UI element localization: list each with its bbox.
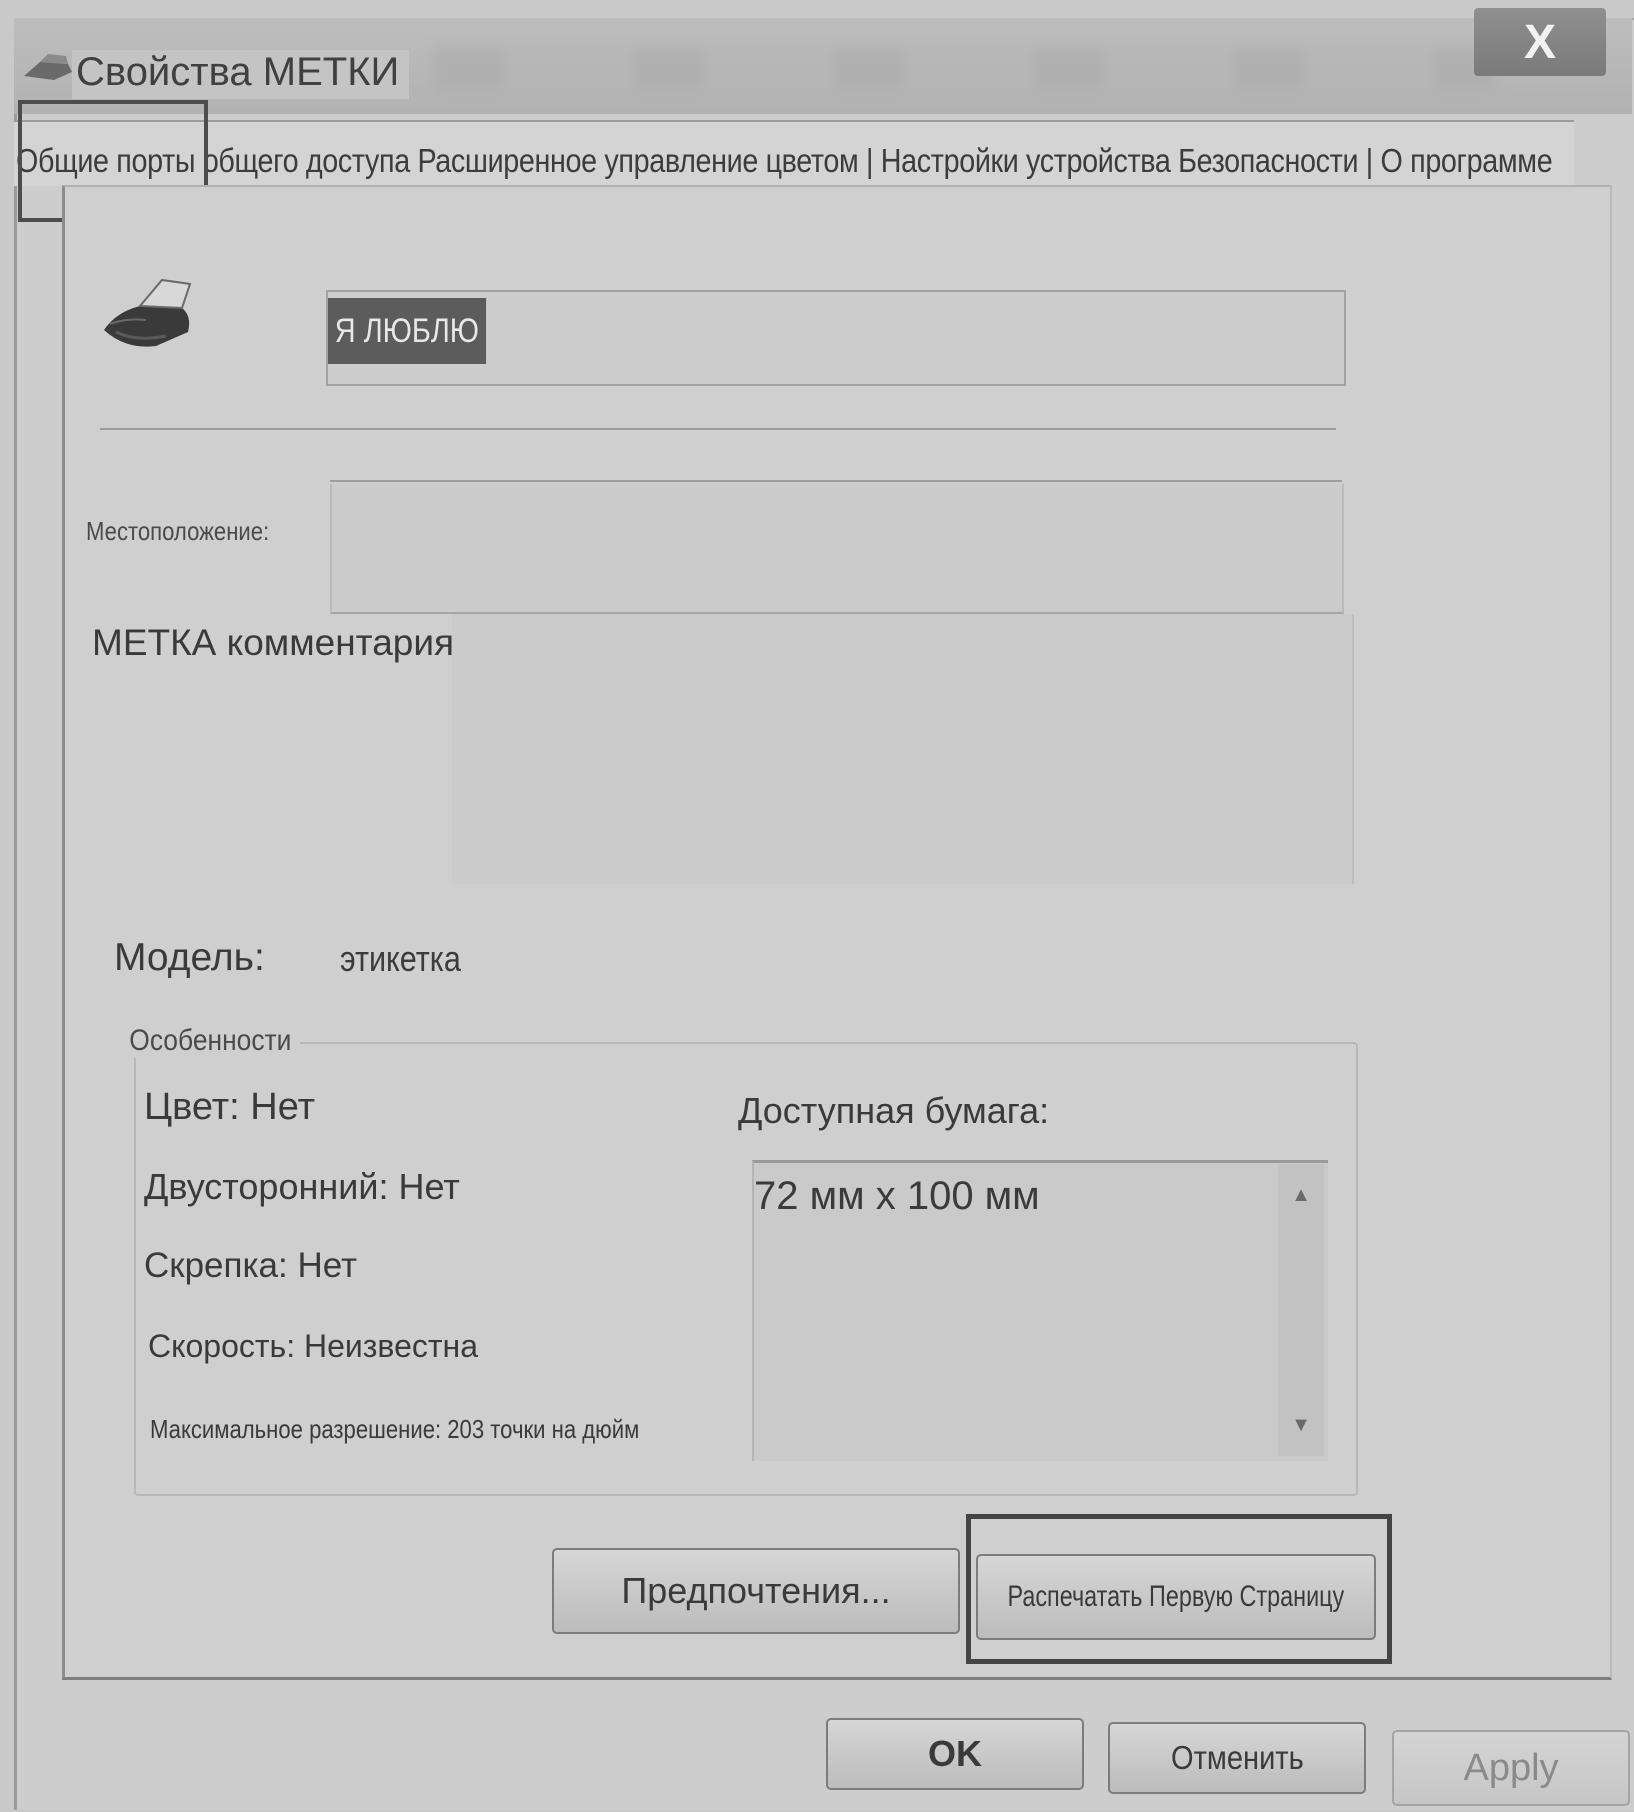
tabs-labels[interactable]: Общие порты общего доступа Расширенное у… — [16, 142, 1553, 180]
available-paper-label: Доступная бумага: — [738, 1090, 1050, 1131]
location-field-top-border — [330, 480, 1342, 482]
print-test-page-button[interactable]: Распечатать Первую Страницу — [976, 1554, 1376, 1640]
model-label: Модель: — [114, 936, 265, 979]
model-value: этикетка — [340, 938, 461, 979]
apply-button[interactable]: Apply — [1392, 1730, 1630, 1806]
title-bar-background — [434, 48, 1494, 88]
arrow-down-icon[interactable]: ▼ — [1284, 1410, 1318, 1440]
arrow-up-icon[interactable]: ▲ — [1284, 1180, 1318, 1210]
cancel-label: Отменить — [1170, 1739, 1304, 1776]
feature-duplex: Двусторонний: Нет — [144, 1166, 460, 1207]
list-item[interactable]: 72 мм х 100 мм — [754, 1174, 1040, 1219]
print-test-page-label: Распечатать Первую Страницу — [1007, 1580, 1345, 1613]
comment-label: МЕТКА комментария — [92, 622, 455, 663]
feature-staple: Скрепка: Нет — [144, 1246, 358, 1285]
cancel-button[interactable]: Отменить — [1108, 1722, 1366, 1794]
printer-name-value[interactable]: Я ЛЮБЛЮ — [328, 298, 486, 364]
printer-icon — [104, 278, 192, 347]
location-input[interactable] — [330, 484, 1344, 614]
feature-max-resolution: Максимальное разрешение: 203 точки на дю… — [150, 1414, 640, 1444]
window-title: Свойства МЕТКИ — [72, 50, 410, 99]
feature-color: Цвет: Нет — [144, 1086, 315, 1128]
separator — [100, 428, 1336, 430]
feature-speed: Скорость: Неизвестна — [148, 1328, 478, 1364]
ok-button[interactable]: OK — [826, 1718, 1084, 1790]
location-label: Местоположение: — [86, 516, 270, 546]
comment-input[interactable] — [452, 614, 1354, 884]
preferences-button[interactable]: Предпочтения... — [552, 1548, 960, 1634]
close-button[interactable]: X — [1474, 8, 1606, 76]
features-title: Особенности — [124, 1024, 301, 1058]
printer-icon — [24, 54, 72, 80]
